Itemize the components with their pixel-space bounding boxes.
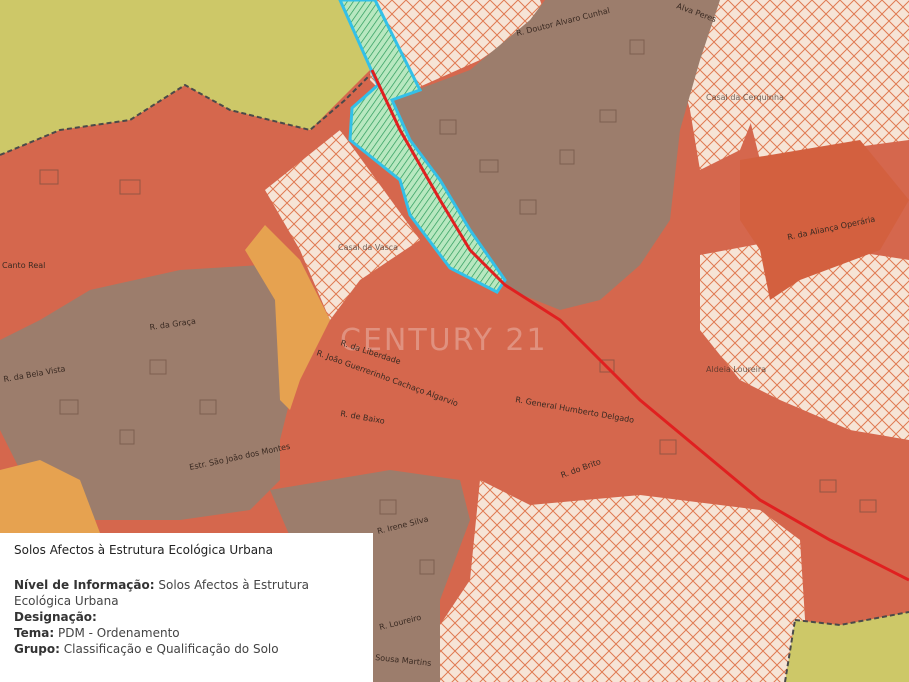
- info-row-designacao: Designação:: [14, 609, 359, 625]
- info-title: Solos Afectos à Estrutura Ecológica Urba…: [14, 543, 274, 557]
- tema-label: Tema:: [14, 626, 55, 640]
- tema-value: PDM - Ordenamento: [57, 626, 180, 640]
- place-label: Canto Real: [2, 261, 45, 270]
- info-row-tema: Tema: PDM - Ordenamento: [14, 625, 359, 641]
- grupo-label: Grupo:: [14, 642, 60, 656]
- grupo-value: Classificação e Qualificação do Solo: [63, 642, 279, 656]
- info-row-grupo: Grupo: Classificação e Qualificação do S…: [14, 641, 359, 657]
- place-label: Casal da Cerquinha: [706, 93, 784, 102]
- nivel-label: Nível de Informação:: [14, 578, 155, 592]
- place-label: Casal da Vasca: [338, 243, 398, 252]
- feature-info-panel: Solos Afectos à Estrutura Ecológica Urba…: [0, 533, 373, 682]
- info-row-nivel: Nível de Informação: Solos Afectos à Est…: [14, 577, 359, 609]
- designacao-label: Designação:: [14, 610, 97, 624]
- place-label: Aldeia Loureira: [706, 365, 766, 374]
